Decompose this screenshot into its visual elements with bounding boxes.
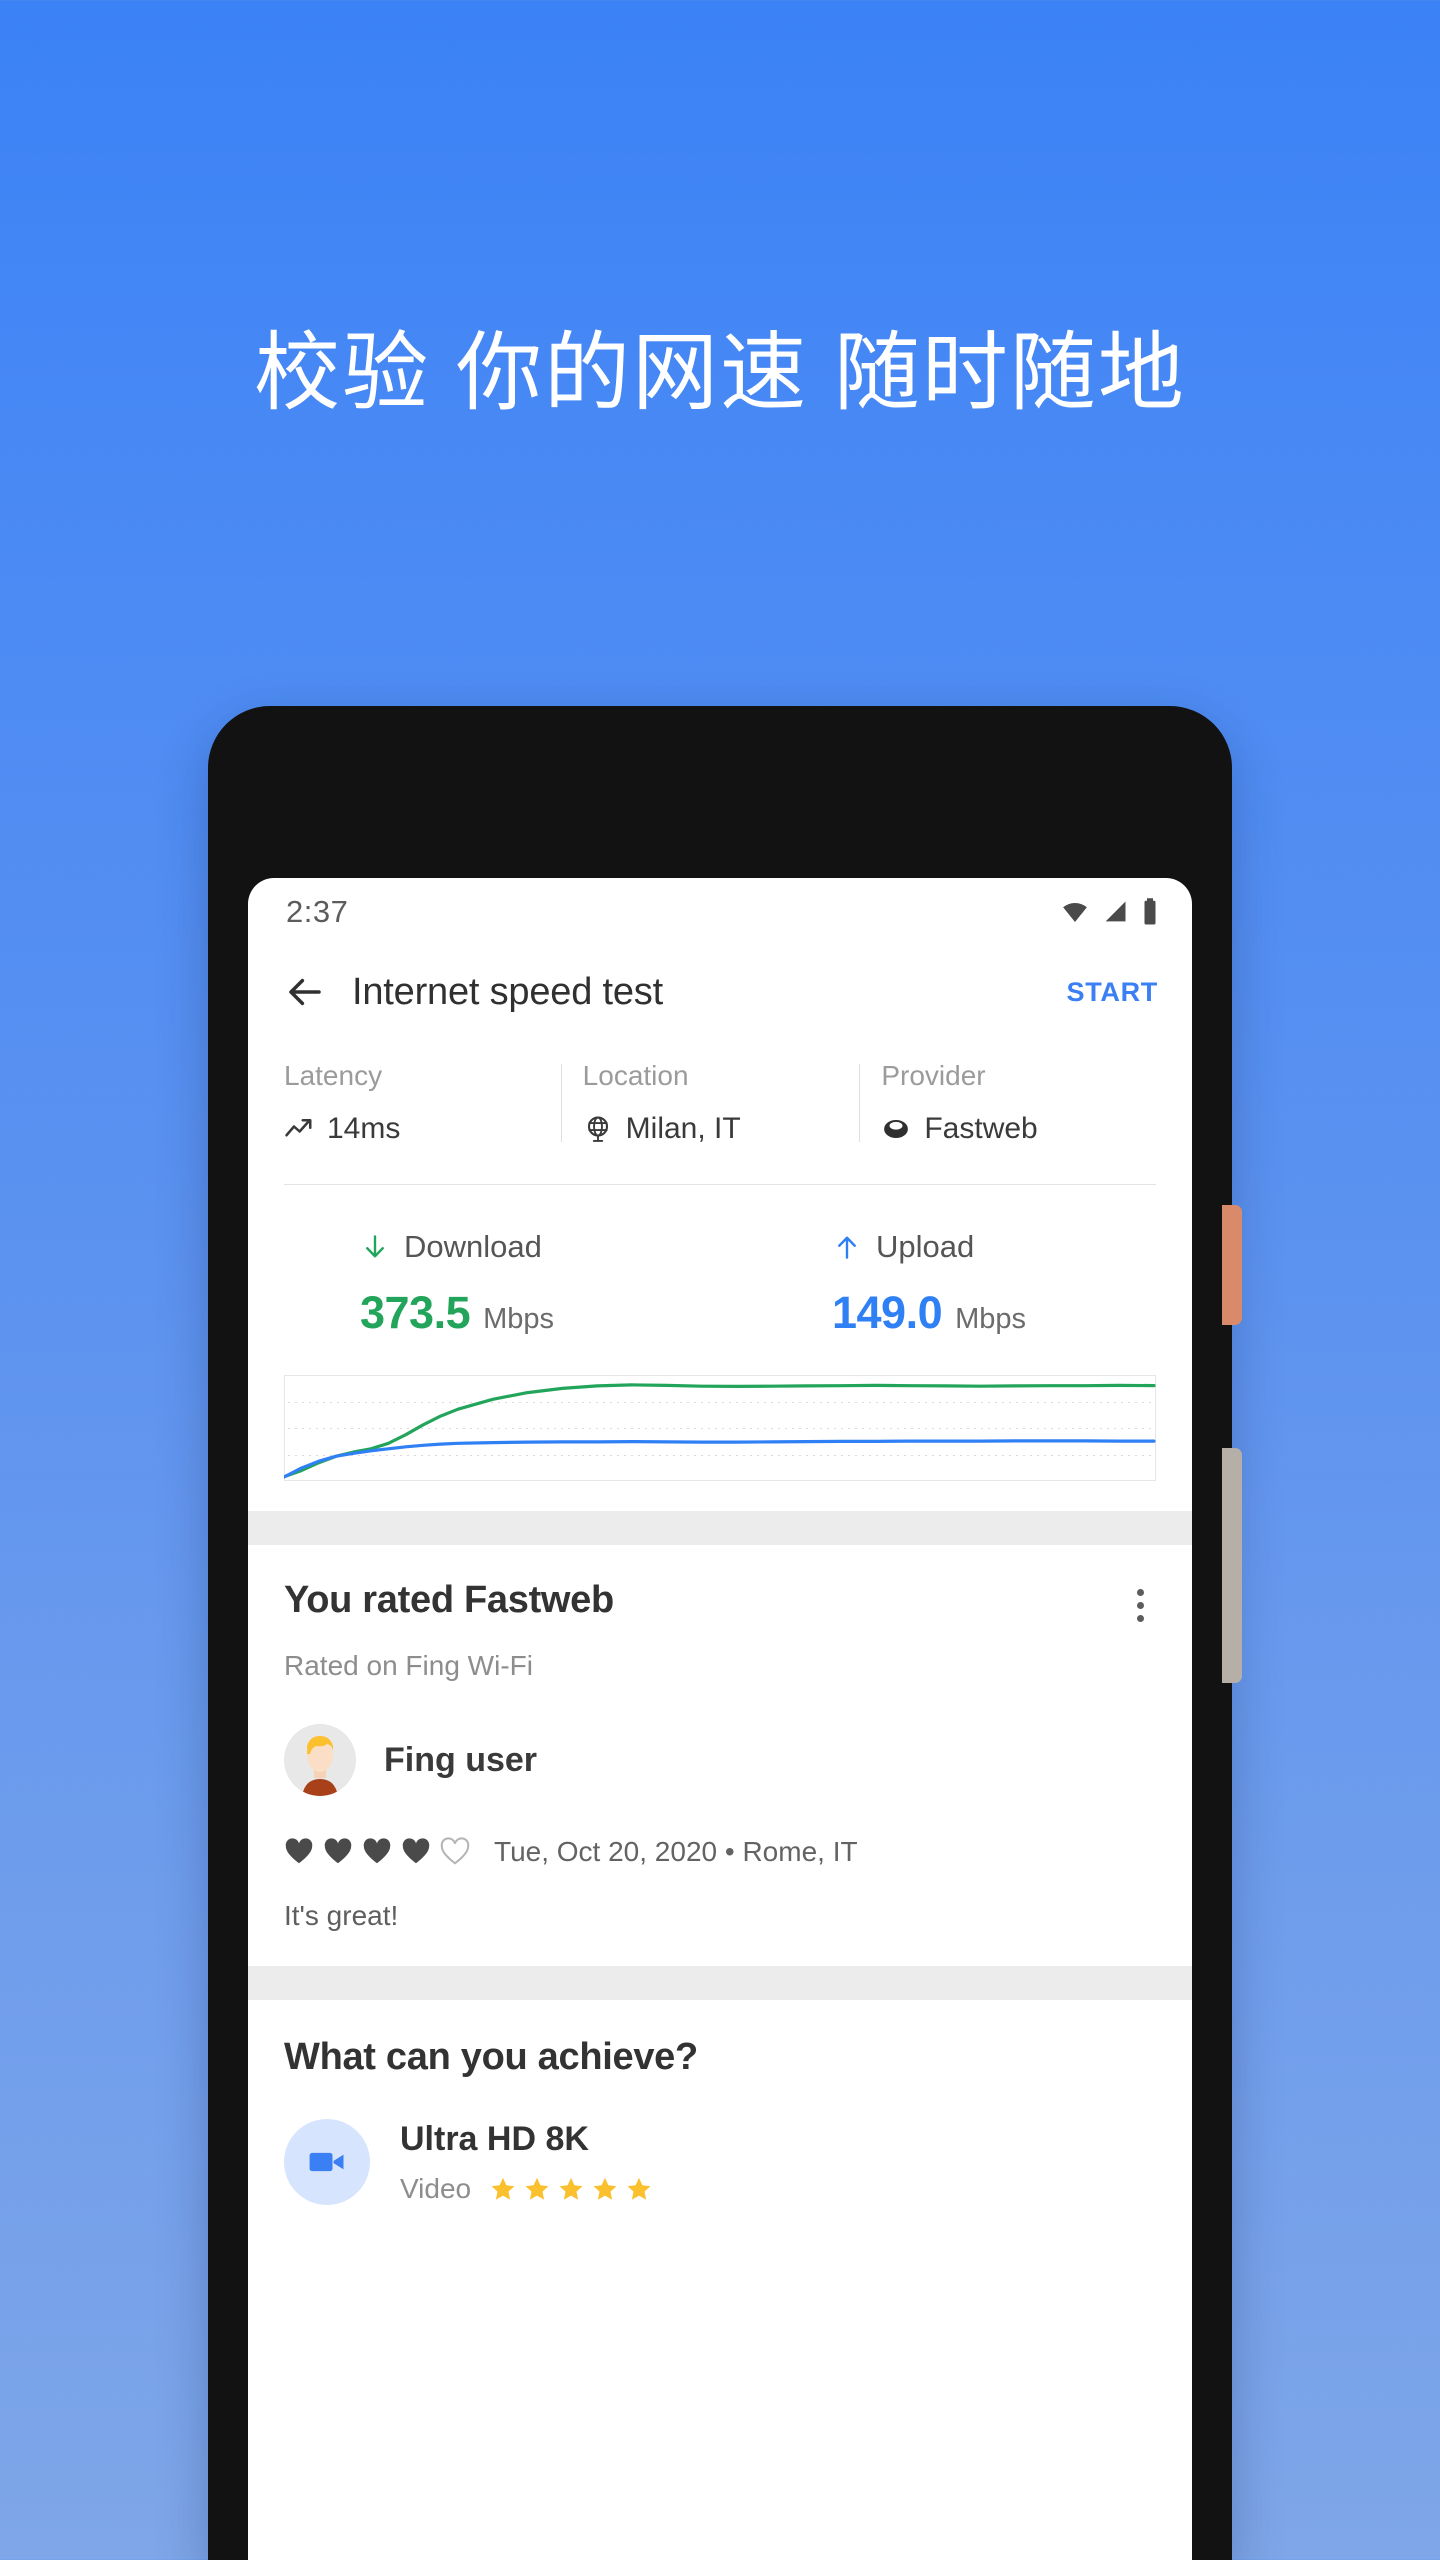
upload-label: Upload bbox=[876, 1229, 975, 1264]
download-label: Download bbox=[404, 1229, 542, 1264]
provider-value: Fastweb bbox=[924, 1112, 1038, 1145]
rating-meta-row: Tue, Oct 20, 2020 • Rome, IT bbox=[284, 1836, 1156, 1868]
status-icons bbox=[1060, 897, 1160, 927]
download-unit: Mbps bbox=[483, 1303, 555, 1335]
upload-result: Upload 149.0 Mbps bbox=[720, 1229, 1192, 1339]
heart-icon[interactable] bbox=[362, 1837, 392, 1867]
upload-value-row: 149.0 Mbps bbox=[832, 1287, 1192, 1339]
chart-series-download bbox=[284, 1383, 1156, 1479]
trend-up-icon bbox=[285, 1119, 312, 1137]
avatar-illustration bbox=[284, 1724, 356, 1796]
download-value: 373.5 bbox=[360, 1287, 471, 1338]
achieve-title: What can you achieve? bbox=[284, 2036, 698, 2078]
phone-screen: 2:37 Internet speed test START Latency 1… bbox=[248, 878, 1192, 2560]
rating-user-row[interactable]: Fing user bbox=[284, 1724, 1156, 1796]
speed-results: Download 373.5 Mbps Upload 149.0 Mbps bbox=[248, 1185, 1192, 1339]
heart-icon[interactable] bbox=[284, 1837, 314, 1867]
speed-chart bbox=[284, 1375, 1156, 1481]
upload-value: 149.0 bbox=[832, 1287, 943, 1338]
section-separator bbox=[248, 1966, 1192, 2000]
download-header: Download bbox=[360, 1229, 720, 1265]
star-rating bbox=[489, 2175, 653, 2203]
star-icon bbox=[593, 2177, 617, 2200]
status-time: 2:37 bbox=[286, 894, 349, 929]
download-value-row: 373.5 Mbps bbox=[360, 1287, 720, 1339]
heart-icon[interactable] bbox=[440, 1837, 470, 1867]
heart-icon[interactable] bbox=[401, 1837, 431, 1867]
info-label: Provider bbox=[881, 1060, 986, 1091]
chart-series-upload bbox=[284, 1439, 1156, 1479]
server-icon bbox=[884, 1120, 909, 1138]
network-info-strip: Latency 14ms Location Milan, IT Provider… bbox=[248, 1038, 1192, 1158]
info-provider: Provider Fastweb bbox=[859, 1060, 1158, 1146]
achieve-text: Ultra HD 8K Video bbox=[400, 2120, 653, 2205]
achieve-card: What can you achieve? Ultra HD 8K Video bbox=[248, 2000, 1192, 2205]
rating-card: You rated Fastweb Rated on Fing Wi-Fi Fi… bbox=[248, 1545, 1192, 1966]
info-value-row: 14ms bbox=[284, 1112, 561, 1146]
info-latency: Latency 14ms bbox=[284, 1060, 561, 1146]
achieve-item[interactable]: Ultra HD 8K Video bbox=[248, 2079, 1192, 2205]
upload-header: Upload bbox=[832, 1229, 1192, 1265]
info-value-row: Fastweb bbox=[881, 1112, 1158, 1146]
latency-value: 14ms bbox=[327, 1112, 401, 1145]
heart-rating[interactable] bbox=[284, 1837, 470, 1867]
globe-icon bbox=[587, 1116, 608, 1142]
video-camera-icon-wrap bbox=[284, 2119, 370, 2205]
achieve-name: Ultra HD 8K bbox=[400, 2119, 589, 2158]
video-camera-icon bbox=[309, 2152, 344, 2172]
rating-subtitle: Rated on Fing Wi-Fi bbox=[284, 1650, 533, 1681]
battery-icon bbox=[1144, 898, 1156, 925]
heart-icon[interactable] bbox=[323, 1837, 353, 1867]
page-title: 校验 你的网速 随时随地 bbox=[254, 325, 1186, 421]
cellular-signal-icon bbox=[1105, 901, 1126, 922]
rating-comment: It's great! bbox=[284, 1900, 399, 1931]
star-icon bbox=[627, 2177, 651, 2200]
achieve-kind: Video bbox=[400, 2172, 472, 2204]
arrow-down-icon bbox=[366, 1235, 384, 1258]
rating-title: You rated Fastweb bbox=[284, 1579, 614, 1621]
info-label: Location bbox=[582, 1060, 689, 1091]
info-label: Latency bbox=[284, 1060, 383, 1091]
location-value: Milan, IT bbox=[625, 1112, 741, 1145]
rating-card-header: You rated Fastweb bbox=[284, 1579, 1156, 1632]
star-icon bbox=[559, 2177, 583, 2200]
arrow-up-icon bbox=[838, 1236, 856, 1259]
wifi-icon bbox=[1063, 903, 1087, 922]
user-avatar bbox=[284, 1724, 356, 1796]
app-bar: Internet speed test START bbox=[248, 946, 1192, 1038]
speed-chart-svg bbox=[284, 1375, 1156, 1481]
volume-rocker[interactable] bbox=[1222, 1448, 1242, 1683]
status-bar: 2:37 bbox=[248, 878, 1192, 946]
download-result: Download 373.5 Mbps bbox=[248, 1229, 720, 1339]
upload-unit: Mbps bbox=[955, 1303, 1027, 1335]
rating-meta: Tue, Oct 20, 2020 • Rome, IT bbox=[494, 1836, 858, 1867]
star-icon bbox=[525, 2177, 549, 2200]
power-button[interactable] bbox=[1222, 1205, 1242, 1325]
star-icon bbox=[491, 2177, 515, 2200]
section-separator bbox=[248, 1511, 1192, 1545]
page-heading: Internet speed test bbox=[352, 970, 663, 1013]
overflow-menu-icon[interactable] bbox=[1125, 1579, 1156, 1632]
back-arrow-icon[interactable] bbox=[284, 971, 326, 1013]
info-location: Location Milan, IT bbox=[560, 1060, 860, 1146]
achieve-meta: Video bbox=[400, 2173, 653, 2205]
user-name: Fing user bbox=[384, 1740, 538, 1779]
start-button[interactable]: START bbox=[1067, 977, 1159, 1008]
info-value-row: Milan, IT bbox=[583, 1112, 860, 1146]
